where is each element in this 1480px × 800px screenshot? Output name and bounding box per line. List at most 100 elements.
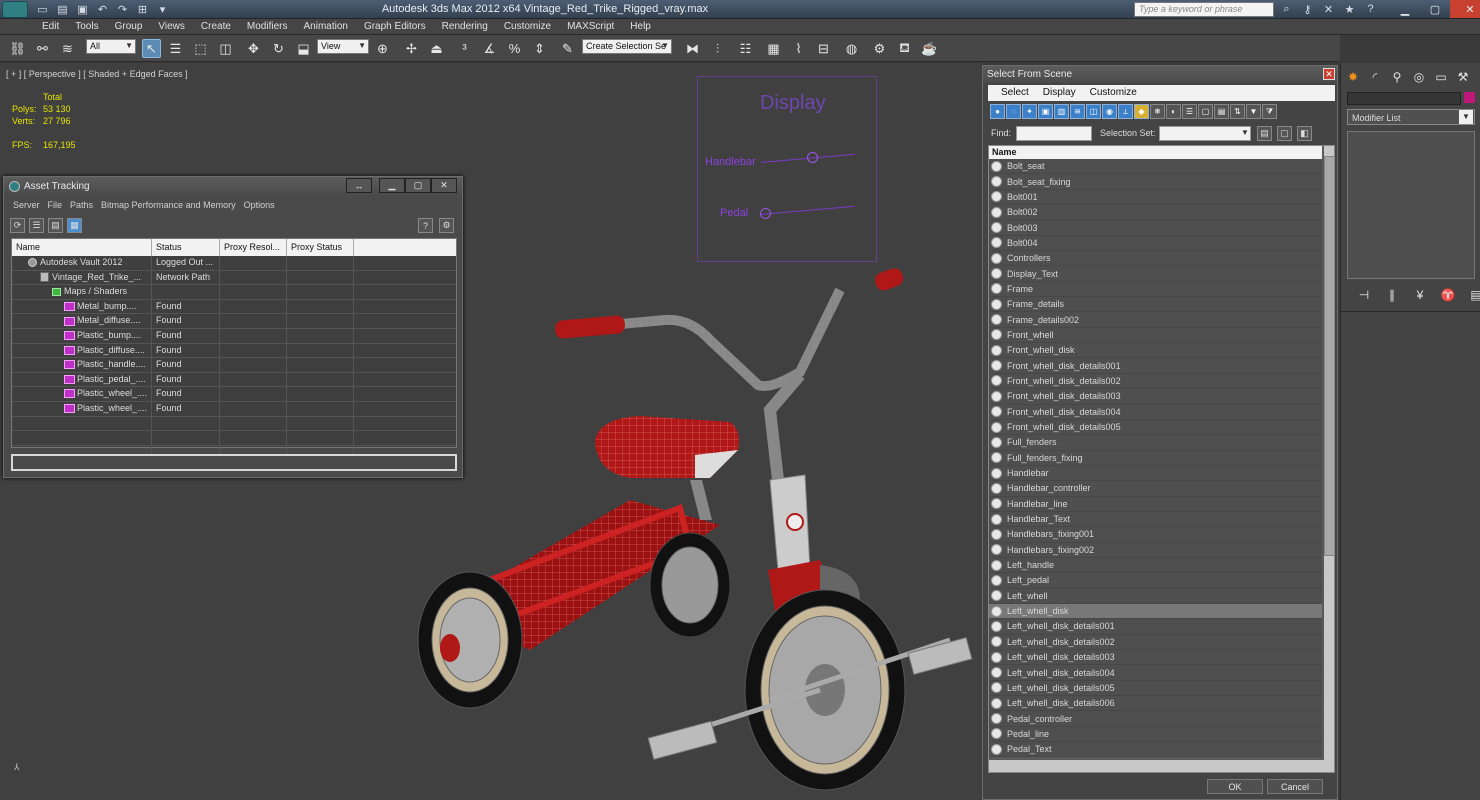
- list-item[interactable]: Left_pedal: [989, 573, 1322, 589]
- window-crossing-icon[interactable]: ◫: [216, 39, 235, 58]
- settings-icon[interactable]: ⚙: [439, 218, 454, 233]
- select-manipulate-icon[interactable]: ✢: [402, 39, 421, 58]
- make-unique-icon[interactable]: ¥: [1411, 287, 1429, 303]
- schematic-view-icon[interactable]: ⊟: [814, 39, 833, 58]
- list-item[interactable]: Handlebar_Text: [989, 511, 1322, 528]
- asset-menu-bitmap[interactable]: Bitmap Performance and Memory: [98, 197, 241, 213]
- graphite-tools-icon[interactable]: ▦: [764, 39, 783, 58]
- list-item[interactable]: Left_whell_disk_details006: [989, 696, 1322, 712]
- detail-view-icon[interactable]: ▤: [48, 218, 63, 233]
- list-item[interactable]: Front_whell_disk: [989, 343, 1322, 359]
- list-item[interactable]: Bolt_seat: [989, 159, 1322, 175]
- restore-icon[interactable]: ▢: [1420, 0, 1450, 18]
- layer-manager-icon[interactable]: ☷: [736, 39, 755, 58]
- align-icon[interactable]: ⫶: [708, 39, 727, 58]
- render-setup-icon[interactable]: ⚙: [870, 39, 889, 58]
- column-status[interactable]: Status: [152, 239, 220, 256]
- menu-group[interactable]: Group: [107, 19, 151, 34]
- help-icon[interactable]: ?: [1362, 1, 1379, 17]
- minimize-icon[interactable]: ▁: [379, 178, 405, 193]
- list-item[interactable]: Front_whell_disk_details002: [989, 373, 1322, 390]
- table-view-icon[interactable]: ▦: [67, 218, 82, 233]
- object-name-field[interactable]: [1347, 92, 1461, 105]
- angle-snap-icon[interactable]: ∡: [480, 39, 499, 58]
- menu-rendering[interactable]: Rendering: [434, 19, 496, 34]
- list-item[interactable]: Bolt003: [989, 220, 1322, 236]
- list-item[interactable]: Display_Text: [989, 266, 1322, 282]
- list-item[interactable]: Bolt_seat_fixing: [989, 174, 1322, 190]
- asset-path-field[interactable]: [11, 454, 457, 471]
- table-row[interactable]: [12, 416, 456, 432]
- infocenter-search-input[interactable]: Type a keyword or phrase: [1134, 2, 1274, 17]
- column-proxy-resolution[interactable]: Proxy Resol...: [220, 239, 287, 256]
- curve-editor-icon[interactable]: ⌇: [789, 39, 808, 58]
- list-item[interactable]: Left_whell_disk_details003: [989, 650, 1322, 666]
- table-row[interactable]: Plastic_bump.... Found: [12, 328, 456, 344]
- list-item[interactable]: Handlebars_fixing001: [989, 527, 1322, 543]
- named-selection-set-select[interactable]: Create Selection Se ▼: [582, 39, 672, 54]
- motion-tab-icon[interactable]: ◎: [1410, 69, 1428, 85]
- snaps-toggle-icon[interactable]: ³: [455, 39, 474, 58]
- menu-animation[interactable]: Animation: [295, 19, 355, 34]
- sort-icon[interactable]: ⇅: [1230, 104, 1245, 119]
- list-item[interactable]: Handlebars_fixing002: [989, 542, 1322, 558]
- menu-tools[interactable]: Tools: [67, 19, 106, 34]
- list-item[interactable]: Left_whell_disk: [989, 603, 1322, 620]
- list-item[interactable]: Front_whell_disk_details004: [989, 404, 1322, 420]
- select-all-icon[interactable]: ▤: [1257, 126, 1272, 141]
- list-item[interactable]: Left_whell_disk_details004: [989, 665, 1322, 681]
- frozen-filter-icon[interactable]: ❄: [1150, 104, 1165, 119]
- material-editor-icon[interactable]: ◍: [842, 39, 861, 58]
- render-production-icon[interactable]: ☕: [920, 39, 939, 58]
- reference-coordinate-select[interactable]: View ▼: [317, 39, 369, 54]
- column-name[interactable]: Name: [12, 239, 152, 256]
- show-end-result-icon[interactable]: ∥: [1383, 287, 1401, 303]
- scrollbar-thumb[interactable]: [1324, 156, 1334, 556]
- remove-modifier-icon[interactable]: ♈: [1439, 287, 1457, 303]
- ok-button[interactable]: OK: [1207, 779, 1263, 794]
- table-row[interactable]: [12, 431, 456, 446]
- cancel-button[interactable]: Cancel: [1267, 779, 1323, 794]
- lights-filter-icon[interactable]: ✦: [1022, 104, 1037, 119]
- column-proxy-status[interactable]: Proxy Status: [287, 239, 354, 256]
- table-row[interactable]: Autodesk Vault 2012 Logged Out ...: [12, 256, 456, 271]
- list-item[interactable]: Controllers: [989, 251, 1322, 267]
- binoculars-icon[interactable]: ⌕: [1278, 1, 1295, 17]
- menu-create[interactable]: Create: [193, 19, 239, 34]
- menu-views[interactable]: Views: [150, 19, 193, 34]
- pivot-center-icon[interactable]: ⊕: [373, 39, 392, 58]
- selection-filter-select[interactable]: All ▼: [86, 39, 136, 54]
- list-item[interactable]: Bolt004: [989, 235, 1322, 252]
- keyboard-shortcut-override-icon[interactable]: ⏏: [427, 39, 446, 58]
- close-icon[interactable]: ✕: [1450, 0, 1480, 18]
- shapes-filter-icon[interactable]: ◌: [1006, 104, 1021, 119]
- close-icon[interactable]: ✕: [431, 178, 457, 193]
- select-invert-icon[interactable]: ◧: [1297, 126, 1312, 141]
- list-item[interactable]: Bolt001: [989, 189, 1322, 206]
- helpers-filter-icon[interactable]: ▥: [1054, 104, 1069, 119]
- spacewarps-filter-icon[interactable]: ≋: [1070, 104, 1085, 119]
- favorites-icon[interactable]: ★: [1341, 1, 1358, 17]
- xrefs-filter-icon[interactable]: ◉: [1102, 104, 1117, 119]
- rendered-frame-window-icon[interactable]: ⛾: [895, 39, 914, 58]
- spinner-snap-icon[interactable]: ⇕: [530, 39, 549, 58]
- table-row[interactable]: Plastic_pedal_.... Found: [12, 372, 456, 388]
- minimize-icon[interactable]: ▁: [1390, 0, 1420, 18]
- create-tab-icon[interactable]: ✸: [1344, 69, 1362, 85]
- refresh-icon[interactable]: ⟳: [10, 218, 25, 233]
- filter-icon[interactable]: ▼: [1246, 104, 1261, 119]
- asset-menu-paths[interactable]: Paths: [67, 197, 98, 213]
- maximize-icon[interactable]: ▢: [405, 178, 431, 193]
- dock-icon[interactable]: ↔: [346, 178, 372, 193]
- geometry-filter-icon[interactable]: ●: [990, 104, 1005, 119]
- tab-display[interactable]: Display: [1036, 85, 1083, 101]
- tools-icon[interactable]: ✕: [1320, 1, 1337, 17]
- move-icon[interactable]: ✥: [244, 39, 263, 58]
- vertical-scrollbar[interactable]: [1324, 146, 1334, 772]
- table-row[interactable]: Vintage_Red_Trike_... Network Path: [12, 270, 456, 286]
- find-input[interactable]: [1016, 126, 1092, 141]
- list-item[interactable]: Pedal_line: [989, 726, 1322, 743]
- list-item[interactable]: Handlebar: [989, 465, 1322, 482]
- mirror-icon[interactable]: ⧓: [683, 39, 702, 58]
- modifier-list-select[interactable]: Modifier List: [1347, 109, 1475, 125]
